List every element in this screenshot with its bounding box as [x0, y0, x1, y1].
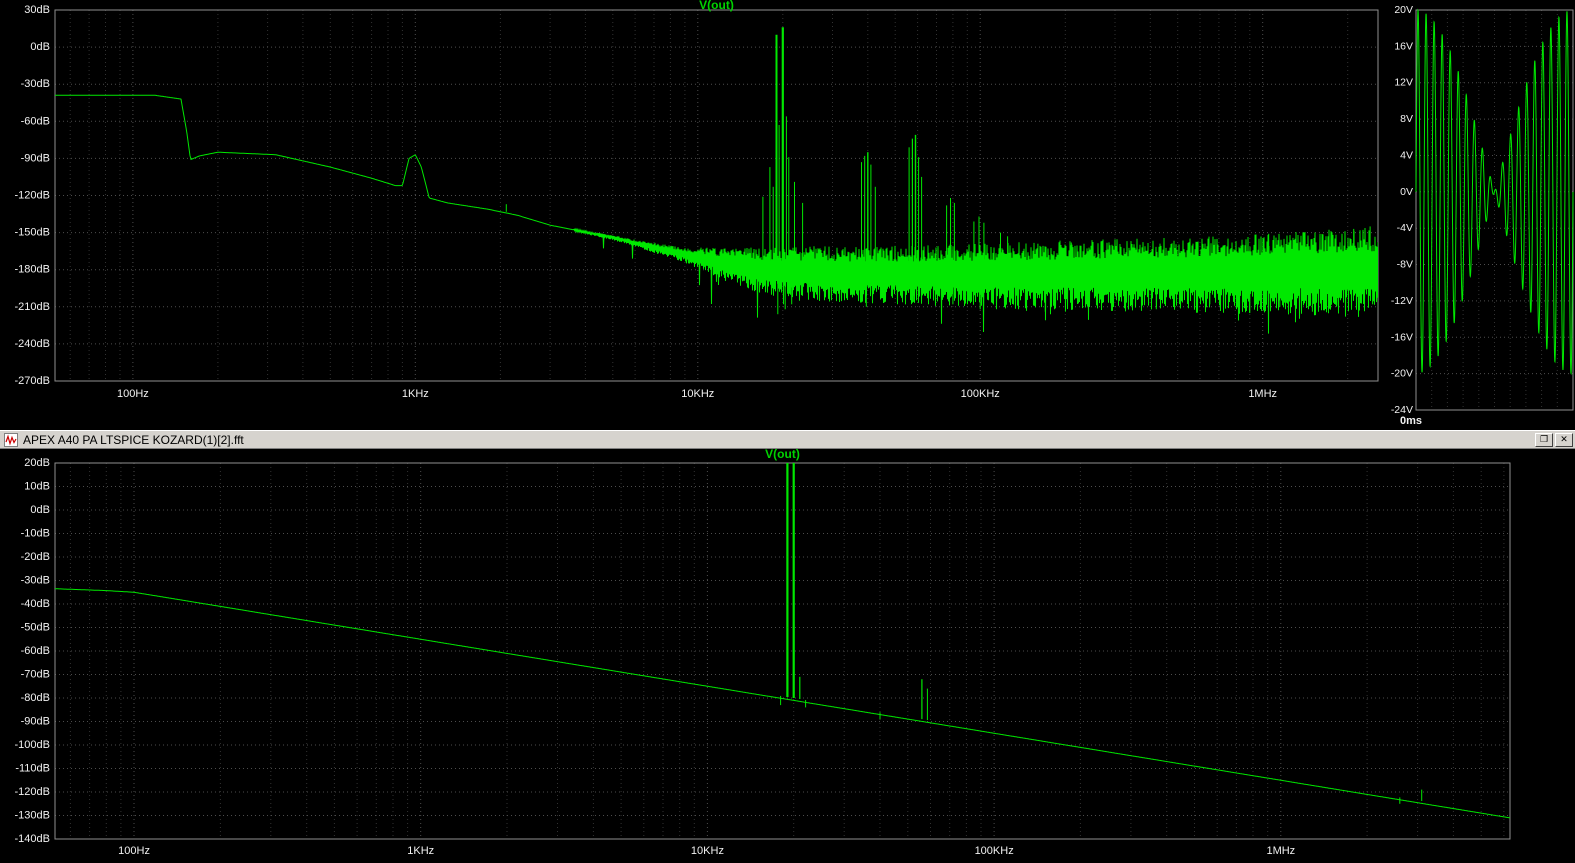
close-button[interactable]: ✕ [1555, 432, 1573, 447]
trace-title: V(out) [765, 449, 800, 461]
grid [55, 463, 1510, 839]
y-tick-label: -120dB [15, 786, 50, 798]
y-tick-label: 4V [1400, 149, 1413, 161]
y-tick-label: 0dB [30, 41, 50, 53]
y-tick-label: 10dB [24, 481, 50, 493]
y-tick-label: -12V [1391, 295, 1413, 307]
y-tick-label: -130dB [15, 810, 50, 822]
waveform-icon [4, 432, 18, 447]
x-tick-label: 1KHz [402, 388, 429, 400]
window-title-bar[interactable]: APEX A40 PA LTSPICE KOZARD(1)[2].fft ❐ ✕ [0, 430, 1575, 449]
trace-group [55, 27, 1378, 334]
y-tick-label: -40dB [21, 598, 50, 610]
y-tick-label: -30dB [21, 575, 50, 587]
y-tick-label: 16V [1394, 40, 1413, 52]
x-tick-label: 0ms [1400, 415, 1422, 427]
x-tick-label: 1KHz [407, 845, 434, 857]
x-tick-label: 100Hz [117, 388, 149, 400]
y-tick-label: -4V [1397, 222, 1413, 234]
trace-vout [55, 588, 1510, 819]
y-tick-label: -10dB [21, 528, 50, 540]
y-axis-labels: 20V16V12V8V4V0V-4V-8V-12V-16V-20V-24V [1391, 4, 1413, 416]
fft-pane-top: 30dB 0dB -30dB -60dB -90dB -120dB -150dB -180dB… [0, 0, 1575, 430]
y-tick-label: -60dB [21, 115, 50, 127]
y-tick-label: -120dB [15, 190, 50, 202]
y-tick-label: -50dB [21, 622, 50, 634]
y-tick-label: 20dB [24, 457, 50, 469]
y-tick-label: 12V [1394, 77, 1413, 89]
x-axis-labels: 100Hz 1KHz 10KHz 100KHz 1MHz [118, 845, 1295, 857]
y-tick-label: 0V [1400, 186, 1413, 198]
x-axis-labels: 100Hz 1KHz 10KHz 100KHz 1MHz [117, 388, 1277, 400]
x-tick-label: 1MHz [1266, 845, 1295, 857]
restore-button[interactable]: ❐ [1535, 432, 1553, 447]
y-tick-label: -70dB [21, 669, 50, 681]
x-tick-label: 100KHz [975, 845, 1014, 857]
time-domain-plot[interactable]: 20V16V12V8V4V0V-4V-8V-12V-16V-20V-24V0ms [1388, 0, 1575, 430]
y-tick-label: 0dB [30, 504, 50, 516]
y-tick-label: -8V [1397, 259, 1413, 271]
x-tick-label: 10KHz [691, 845, 724, 857]
y-tick-label: 8V [1400, 113, 1413, 125]
x-tick-label: 100KHz [961, 388, 1000, 400]
trace-title: V(out) [699, 0, 734, 12]
window-buttons: ❐ ✕ [1533, 432, 1573, 447]
y-tick-label: -180dB [15, 264, 50, 276]
y-tick-label: -90dB [21, 716, 50, 728]
y-tick-label: 30dB [24, 4, 50, 16]
y-tick-label: -16V [1391, 331, 1413, 343]
x-tick-label: 1MHz [1248, 388, 1277, 400]
y-tick-label: -20dB [21, 551, 50, 563]
window-title: APEX A40 PA LTSPICE KOZARD(1)[2].fft [23, 432, 244, 447]
bottom-fft-plot[interactable]: 20dB 10dB 0dB -10dB -20dB -30dB -40dB -50dB -60d… [0, 447, 1575, 863]
y-tick-label: -20V [1391, 368, 1413, 380]
y-tick-label: -240dB [15, 338, 50, 350]
y-tick-label: -150dB [15, 227, 50, 239]
trace-vout [55, 94, 1378, 334]
y-tick-label: -90dB [21, 152, 50, 164]
y-tick-label: -270dB [15, 375, 50, 387]
top-fft-plot[interactable]: 30dB 0dB -30dB -60dB -90dB -120dB -150dB -180dB… [0, 0, 1388, 430]
trace-group [55, 463, 1510, 819]
y-tick-label: 20V [1394, 4, 1413, 16]
y-tick-label: -210dB [15, 301, 50, 313]
fft-pane-bottom: 20dB 10dB 0dB -10dB -20dB -30dB -40dB -50dB -60d… [0, 447, 1575, 863]
y-tick-label: -30dB [21, 78, 50, 90]
grid [55, 10, 1378, 381]
y-tick-label: -110dB [15, 763, 50, 775]
x-tick-label: 100Hz [118, 845, 150, 857]
y-tick-label: -100dB [15, 739, 50, 751]
y-tick-label: -60dB [21, 645, 50, 657]
y-tick-label: -140dB [15, 833, 50, 845]
ltspice-waveform-window: 30dB 0dB -30dB -60dB -90dB -120dB -150dB -180dB… [0, 0, 1575, 863]
y-tick-label: -80dB [21, 692, 50, 704]
y-axis-labels: 30dB 0dB -30dB -60dB -90dB -120dB -150dB -180dB… [15, 4, 50, 387]
x-tick-label: 10KHz [681, 388, 714, 400]
y-axis-labels: 20dB 10dB 0dB -10dB -20dB -30dB -40dB -50dB -60d… [15, 457, 50, 845]
